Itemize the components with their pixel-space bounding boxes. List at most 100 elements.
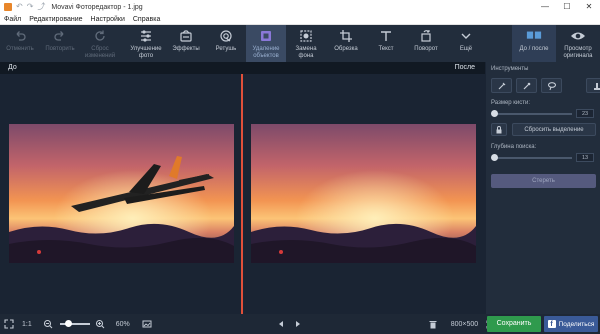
next-image-button[interactable] (291, 320, 305, 328)
effects-button[interactable]: Эффекты (166, 25, 206, 62)
share-label: Поделиться (558, 320, 595, 328)
eye-icon (571, 32, 585, 40)
after-label: После (454, 64, 475, 71)
redo-icon (54, 31, 64, 41)
effects-label: Эффекты (172, 46, 200, 52)
prev-image-button[interactable] (274, 320, 288, 328)
before-photo (9, 124, 234, 263)
stamp-tool-button[interactable] (586, 78, 600, 93)
title-bar: ↶ ↷ ⤴ Movavi Фоторедактор - 1.jpg — ☐ ✕ (0, 0, 600, 14)
before-after-icon (526, 31, 542, 39)
app-logo-icon (4, 3, 12, 11)
main-toolbar: Отменить Повторить Сброс изменений Улучш… (0, 25, 600, 62)
stamp-icon (593, 82, 600, 90)
share-button[interactable]: f Поделиться (544, 316, 598, 332)
retouch-button[interactable]: Ретушь (206, 25, 246, 62)
maximize-button[interactable]: ☐ (556, 0, 578, 14)
retouch-label: Ретушь (215, 46, 237, 52)
chevron-right-icon (295, 321, 300, 327)
chevron-down-icon (461, 33, 471, 39)
brush-size-slider[interactable] (490, 110, 572, 117)
refresh-icon (95, 30, 105, 41)
quick-redo-icon[interactable]: ↷ (27, 0, 34, 14)
reset-changes-label: Сброс изменений (84, 46, 116, 59)
magic-wand-tool-button[interactable] (516, 78, 537, 93)
search-depth-slider[interactable] (490, 154, 572, 161)
image-settings-icon (142, 320, 152, 328)
brush-tool-button[interactable] (491, 78, 512, 93)
close-button[interactable]: ✕ (578, 0, 600, 14)
facebook-icon: f (547, 320, 556, 328)
crop-button[interactable]: Обрезка (326, 25, 366, 62)
lock-button[interactable] (491, 123, 507, 136)
tools-heading: Инструменты (491, 66, 529, 72)
menu-bar: Файл Редактирование Настройки Справка (0, 14, 600, 25)
canvas-area[interactable]: До После (0, 62, 485, 314)
image-dimensions: 800×500 (450, 320, 479, 328)
lasso-tool-button[interactable] (541, 78, 562, 93)
app-window: ↶ ↷ ⤴ Movavi Фоторедактор - 1.jpg — ☐ ✕ … (0, 0, 600, 334)
magic-wand-icon (523, 82, 530, 89)
window-controls: — ☐ ✕ (534, 0, 600, 14)
undo-button[interactable]: Отменить (0, 25, 40, 62)
compare-divider[interactable] (241, 74, 243, 314)
menu-file[interactable]: Файл (4, 16, 21, 23)
brush-icon (498, 82, 505, 89)
erase-button[interactable]: Стереть (491, 174, 596, 188)
trash-icon (429, 320, 437, 328)
before-label: До (8, 64, 17, 71)
before-after-button[interactable]: До / после (512, 25, 556, 62)
replace-background-label: Замена фона (295, 46, 317, 59)
rotate-icon (421, 30, 431, 42)
zoom-in-button[interactable] (94, 319, 106, 329)
menu-help[interactable]: Справка (133, 16, 160, 23)
compare-header (0, 62, 485, 74)
brush-size-label: Размер кисти: (491, 100, 531, 106)
remove-objects-button[interactable]: Удаление объектов (246, 25, 286, 62)
zoom-in-icon (95, 319, 105, 329)
replace-background-button[interactable]: Замена фона (286, 25, 326, 62)
reset-selection-button[interactable]: Сбросить выделение (512, 123, 596, 136)
remove-objects-icon (261, 31, 271, 41)
menu-settings[interactable]: Настройки (91, 16, 125, 23)
redo-button[interactable]: Повторить (40, 25, 80, 62)
quick-undo-icon[interactable]: ↶ (16, 0, 23, 14)
redo-label: Повторить (45, 46, 75, 52)
quick-share-icon[interactable]: ⤴ (37, 0, 45, 14)
crop-label: Обрезка (334, 46, 358, 52)
brush-size-slider-knob[interactable] (490, 110, 498, 117)
actual-size-button[interactable]: 1:1 (22, 321, 32, 328)
remove-objects-label: Удаление объектов (252, 46, 280, 59)
more-button[interactable]: Ещё (446, 25, 486, 62)
zoom-out-button[interactable] (40, 319, 56, 329)
save-button[interactable]: Сохранить (487, 316, 541, 332)
retouch-icon (220, 30, 232, 42)
fit-screen-icon (4, 319, 14, 329)
rotate-button[interactable]: Поворот (406, 25, 446, 62)
image-settings-button[interactable] (140, 319, 154, 329)
menu-edit[interactable]: Редактирование (29, 16, 82, 23)
delete-image-button[interactable] (427, 320, 439, 329)
lasso-icon (547, 81, 556, 90)
zoom-out-icon (43, 319, 53, 329)
zoom-slider[interactable] (59, 320, 90, 327)
brush-size-value[interactable]: 23 (576, 109, 594, 118)
after-photo (251, 124, 476, 263)
text-button[interactable]: Текст (366, 25, 406, 62)
view-original-button[interactable]: Просмотр оригинала (556, 25, 600, 62)
zoom-slider-knob[interactable] (65, 320, 73, 327)
before-after-label: До / после (519, 46, 549, 52)
tool-settings-panel: Инструменты Размер кисти: 23 Сбросить вы… (485, 62, 600, 314)
minimize-button[interactable]: — (534, 0, 556, 14)
reset-changes-button[interactable]: Сброс изменений (80, 25, 120, 62)
search-depth-value[interactable]: 13 (576, 153, 594, 162)
zoom-level: 60% (115, 320, 130, 328)
enhance-photo-button[interactable]: Улучшение фото (126, 25, 166, 62)
crop-icon (340, 30, 352, 42)
view-original-label: Просмотр оригинала (563, 46, 593, 59)
more-label: Ещё (459, 46, 473, 52)
search-depth-slider-knob[interactable] (490, 154, 498, 161)
window-title: Movavi Фоторедактор - 1.jpg (51, 3, 143, 11)
undo-icon (16, 31, 26, 41)
fit-screen-button[interactable] (0, 319, 18, 329)
